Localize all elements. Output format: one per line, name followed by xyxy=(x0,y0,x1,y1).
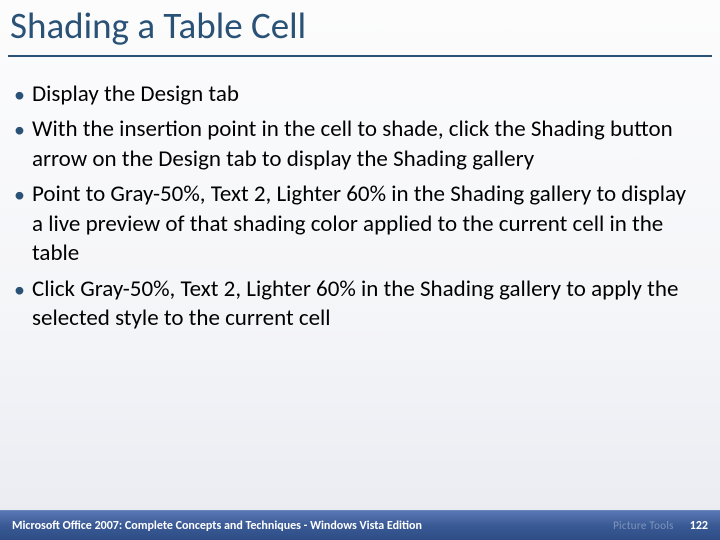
slide-body: • Display the Design tab • With the inse… xyxy=(14,80,700,340)
bullet-icon: • xyxy=(14,180,32,209)
bullet-text: With the insertion point in the cell to … xyxy=(32,115,700,174)
page-number: 122 xyxy=(690,519,708,533)
bullet-icon: • xyxy=(14,115,32,144)
bullet-icon: • xyxy=(14,275,32,304)
bullet-text: Display the Design tab xyxy=(32,80,700,109)
bullet-icon: • xyxy=(14,80,32,109)
bullet-text: Click Gray-50%, Text 2, Lighter 60% in t… xyxy=(32,275,700,334)
bullet-item: • With the insertion point in the cell t… xyxy=(14,115,700,174)
bullet-item: • Click Gray-50%, Text 2, Lighter 60% in… xyxy=(14,275,700,334)
slide: Shading a Table Cell • Display the Desig… xyxy=(0,0,720,540)
footer-faded-text: Picture Tools xyxy=(613,519,674,532)
slide-footer: Microsoft Office 2007: Complete Concepts… xyxy=(0,510,720,540)
title-underline xyxy=(8,55,712,57)
bullet-text: Point to Gray-50%, Text 2, Lighter 60% i… xyxy=(32,180,700,268)
footer-source: Microsoft Office 2007: Complete Concepts… xyxy=(12,519,603,533)
bullet-item: • Display the Design tab xyxy=(14,80,700,109)
slide-title: Shading a Table Cell xyxy=(10,6,710,53)
bullet-item: • Point to Gray-50%, Text 2, Lighter 60%… xyxy=(14,180,700,268)
